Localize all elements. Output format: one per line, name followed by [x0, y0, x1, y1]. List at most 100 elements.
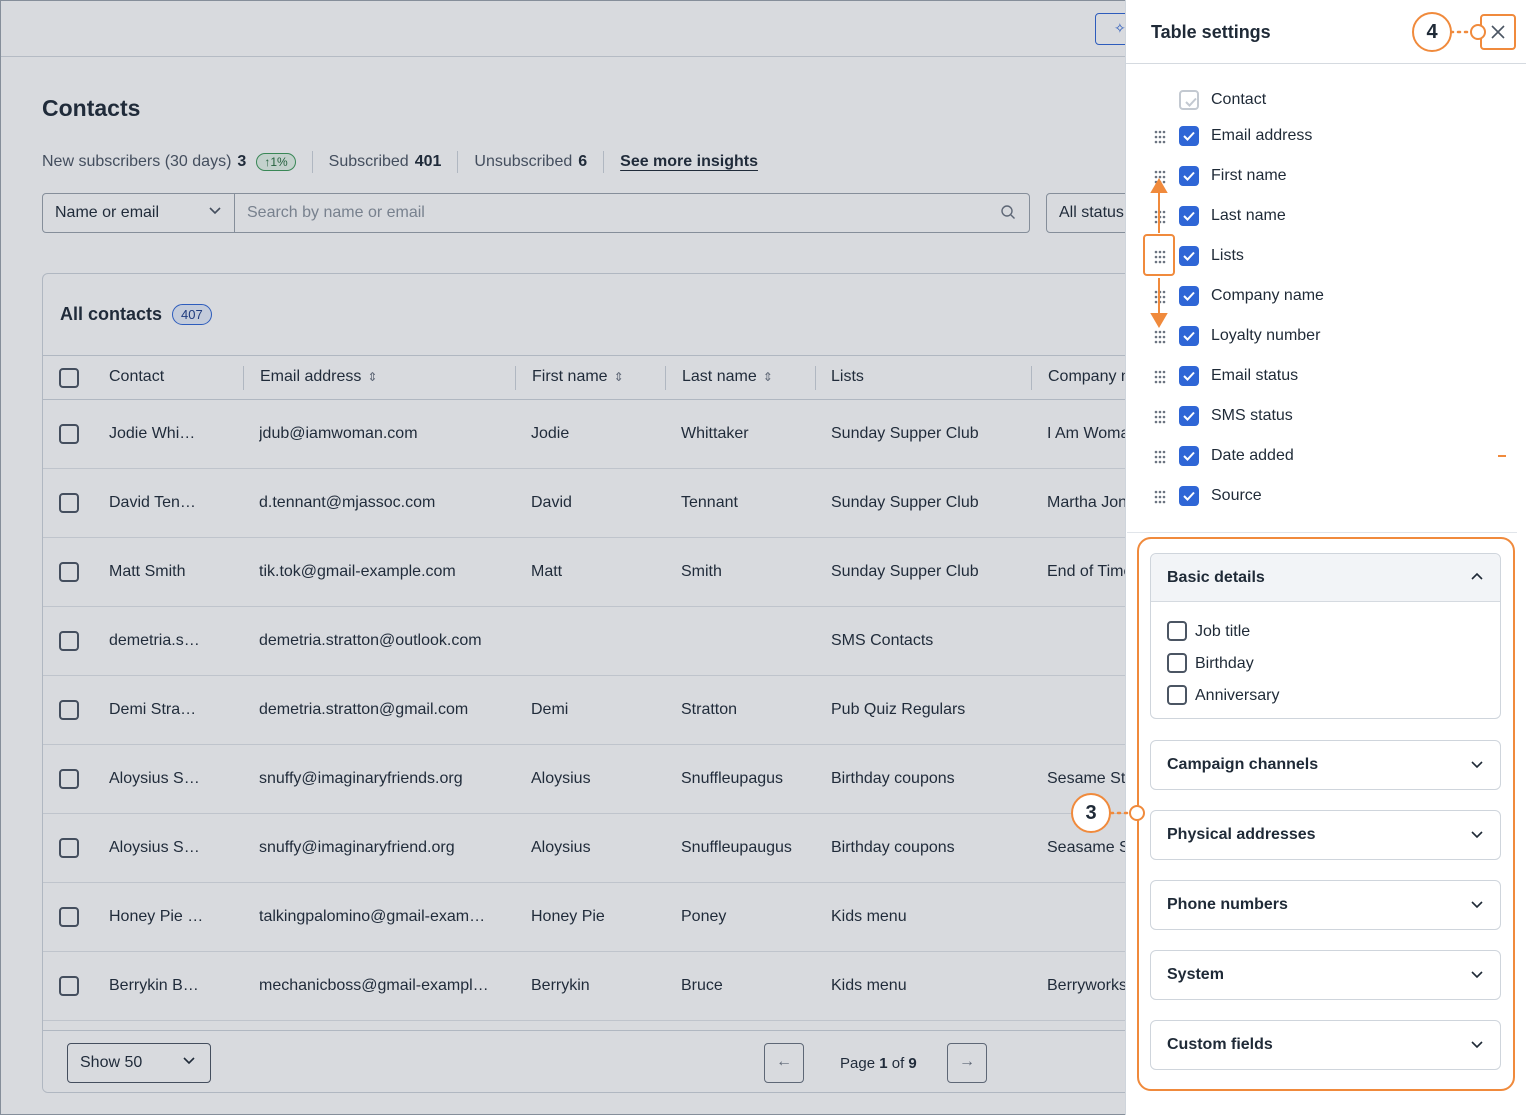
- see-more-insights-link[interactable]: See more insights: [620, 153, 758, 171]
- table-row[interactable]: David Ten… d.tennant@mjassoc.com David Tenn…: [43, 469, 1151, 538]
- drag-handle-icon[interactable]: [1152, 449, 1168, 465]
- row-checkbox[interactable]: [59, 838, 79, 858]
- cell-contact[interactable]: Aloysius S…: [109, 770, 229, 788]
- column-header-first-name[interactable]: First name ⇕: [532, 368, 624, 386]
- column-checkbox[interactable]: [1179, 246, 1199, 266]
- column-header-email[interactable]: Email address ⇕: [260, 368, 377, 386]
- column-option[interactable]: Last name: [1126, 201, 1526, 231]
- row-checkbox[interactable]: [59, 976, 79, 996]
- search-input[interactable]: [234, 193, 1030, 233]
- column-option-label: SMS status: [1211, 407, 1293, 424]
- select-all-checkbox[interactable]: [59, 368, 79, 388]
- cell-lists: Kids menu: [831, 977, 907, 994]
- chevron-down-icon: [1470, 827, 1484, 841]
- section-toggle[interactable]: Phone numbers: [1151, 881, 1500, 929]
- table-row[interactable]: Jodie Whi… jdub@iamwoman.com Jodie Whittake…: [43, 400, 1151, 469]
- row-checkbox[interactable]: [59, 769, 79, 789]
- arrow-left-icon: ←: [776, 1053, 792, 1070]
- table-row[interactable]: Berrykin B… mechanicboss@gmail-exampl… Ber…: [43, 952, 1151, 1021]
- drag-handle-icon[interactable]: [1152, 409, 1168, 425]
- column-checkbox[interactable]: [1179, 286, 1199, 306]
- drag-handle-icon[interactable]: [1152, 369, 1168, 385]
- sort-icon[interactable]: ⇕: [763, 370, 773, 384]
- field-checkbox[interactable]: [1167, 621, 1187, 641]
- section-custom-fields: Custom fields: [1150, 1020, 1501, 1070]
- column-checkbox[interactable]: [1179, 326, 1199, 346]
- cell-lists: Sunday Supper Club: [831, 494, 979, 511]
- section-toggle[interactable]: Basic details: [1151, 554, 1500, 602]
- column-checkbox[interactable]: [1179, 206, 1199, 226]
- cell-contact[interactable]: Demi Stra…: [109, 701, 229, 719]
- column-checkbox: [1179, 90, 1199, 110]
- table-row[interactable]: Honey Pie … talkingpalomino@gmail-exam… Ho…: [43, 883, 1151, 952]
- column-option[interactable]: First name: [1126, 161, 1526, 191]
- sort-icon[interactable]: ⇕: [367, 370, 377, 384]
- row-checkbox[interactable]: [59, 631, 79, 651]
- table-row[interactable]: Demi Stra… demetria.stratton@gmail.com Dem…: [43, 676, 1151, 745]
- page-prefix: Page: [840, 1055, 876, 1072]
- cell-email: d.tennant@mjassoc.com: [259, 494, 436, 511]
- column-option[interactable]: Date added: [1126, 441, 1526, 471]
- drag-handle-icon[interactable]: [1152, 129, 1168, 145]
- drag-handle-icon[interactable]: [1152, 209, 1168, 225]
- table-row[interactable]: Aloysius S… snuffy@imaginaryfriends.org Al…: [43, 745, 1151, 814]
- column-option[interactable]: Company name: [1126, 281, 1526, 311]
- column-header-last-name[interactable]: Last name ⇕: [682, 368, 773, 386]
- drag-handle-icon[interactable]: [1152, 289, 1168, 305]
- section-toggle[interactable]: Custom fields: [1151, 1021, 1500, 1069]
- column-option[interactable]: SMS status: [1126, 401, 1526, 431]
- cell-contact[interactable]: demetria.s…: [109, 632, 229, 650]
- row-checkbox[interactable]: [59, 700, 79, 720]
- cell-lists: Pub Quiz Regulars: [831, 701, 966, 718]
- column-divider: [1031, 366, 1032, 390]
- cell-contact[interactable]: Aloysius S…: [109, 839, 229, 857]
- previous-page-button[interactable]: ←: [764, 1043, 804, 1083]
- pagination-status: Page 1 of 9: [840, 1055, 917, 1072]
- growth-badge: ↑1%: [256, 153, 296, 171]
- cell-contact[interactable]: Jodie Whi…: [109, 425, 229, 443]
- column-option[interactable]: Loyalty number: [1126, 321, 1526, 351]
- search-icon[interactable]: [1000, 204, 1016, 220]
- row-checkbox[interactable]: [59, 493, 79, 513]
- section-toggle[interactable]: System: [1151, 951, 1500, 999]
- cell-contact[interactable]: David Ten…: [109, 494, 229, 512]
- column-option[interactable]: Lists: [1126, 241, 1526, 271]
- search-field-select[interactable]: Name or email: [42, 193, 235, 233]
- contacts-table-card: All contacts 407 Contact Email address ⇕ …: [42, 273, 1152, 1093]
- section-title: Phone numbers: [1167, 896, 1288, 913]
- column-option[interactable]: Source: [1126, 481, 1526, 511]
- column-checkbox[interactable]: [1179, 406, 1199, 426]
- drag-handle-icon[interactable]: [1152, 169, 1168, 185]
- column-header-lists[interactable]: Lists: [831, 368, 864, 386]
- column-option[interactable]: Email status: [1126, 361, 1526, 391]
- close-button[interactable]: [1480, 14, 1516, 50]
- drag-handle-icon[interactable]: [1152, 329, 1168, 345]
- column-header-contact[interactable]: Contact: [109, 368, 164, 386]
- table-row[interactable]: Aloysius S… snuffy@imaginaryfriend.org Alo…: [43, 814, 1151, 883]
- cell-contact[interactable]: Berrykin B…: [109, 977, 229, 995]
- column-checkbox[interactable]: [1179, 446, 1199, 466]
- row-checkbox[interactable]: [59, 907, 79, 927]
- cell-contact[interactable]: Honey Pie …: [109, 908, 229, 926]
- field-option-label: Job title: [1195, 623, 1251, 640]
- column-checkbox[interactable]: [1179, 166, 1199, 186]
- section-toggle[interactable]: Campaign channels: [1151, 741, 1500, 789]
- page-size-select[interactable]: Show 50: [67, 1043, 211, 1083]
- row-checkbox[interactable]: [59, 562, 79, 582]
- column-option-label: Email address: [1211, 127, 1313, 144]
- field-checkbox[interactable]: [1167, 653, 1187, 673]
- cell-contact[interactable]: Matt Smith: [109, 563, 229, 581]
- sort-icon[interactable]: ⇕: [614, 370, 624, 384]
- table-row[interactable]: Matt Smith tik.tok@gmail-example.com Matt S…: [43, 538, 1151, 607]
- drag-handle-icon[interactable]: [1152, 489, 1168, 505]
- field-checkbox[interactable]: [1167, 685, 1187, 705]
- column-checkbox[interactable]: [1179, 366, 1199, 386]
- column-option[interactable]: Email address: [1126, 121, 1526, 151]
- cell-last-name: Snuffleupaugus: [681, 839, 792, 856]
- column-checkbox[interactable]: [1179, 126, 1199, 146]
- table-row[interactable]: demetria.s… demetria.stratton@outlook.com…: [43, 607, 1151, 676]
- section-toggle[interactable]: Physical addresses: [1151, 811, 1500, 859]
- next-page-button[interactable]: →: [947, 1043, 987, 1083]
- row-checkbox[interactable]: [59, 424, 79, 444]
- column-checkbox[interactable]: [1179, 486, 1199, 506]
